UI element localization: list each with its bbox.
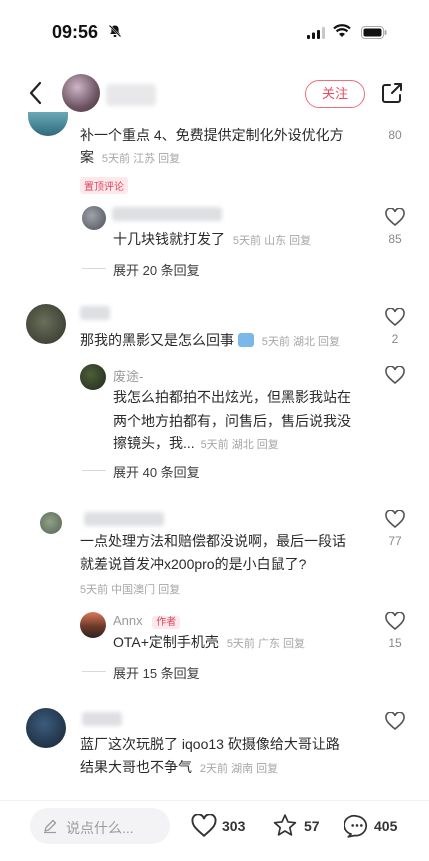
like-count[interactable]: 2 xyxy=(380,332,410,346)
author-name-blurred[interactable] xyxy=(106,84,156,106)
expand-replies-button[interactable]: 展开 20 条回复 xyxy=(113,260,200,279)
comment-text: 就差说首发冲x200pro的是小白鼠了? xyxy=(80,556,307,572)
back-icon[interactable] xyxy=(28,81,42,105)
reply-text-row: 擦镜头，我... 5天前 湖北 回复 xyxy=(113,432,279,456)
pencil-icon xyxy=(44,819,57,834)
emoji-icon xyxy=(237,333,254,347)
pinned-badge: 置顶评论 xyxy=(80,177,128,194)
comment-placeholder[interactable]: 说点什么... xyxy=(66,818,134,838)
comment-meta[interactable]: 5天前 江苏 回复 xyxy=(102,153,180,165)
heart-icon[interactable] xyxy=(385,510,405,528)
reply-meta[interactable]: 5天前 广东 回复 xyxy=(227,638,305,650)
status-time: 09:56 xyxy=(52,22,99,42)
wifi-icon xyxy=(333,24,351,37)
heart-icon[interactable] xyxy=(385,208,405,226)
comment-total[interactable]: 405 xyxy=(374,818,397,834)
reply-meta[interactable]: 5天前 湖北 回复 xyxy=(201,439,279,451)
heart-icon[interactable] xyxy=(385,712,405,730)
comment-meta[interactable]: 5天前 湖北 回复 xyxy=(262,336,340,348)
reply-text: 我怎么拍都拍不出炫光，但黑影我站在 xyxy=(113,389,351,405)
reply-text: OTA+定制手机壳 xyxy=(113,634,219,650)
comment-text-row: 结果大哥也不争气 2天前 湖南 回复 xyxy=(80,756,278,780)
follow-button[interactable]: 关注 xyxy=(305,80,365,108)
comment-username-blurred[interactable] xyxy=(80,306,110,320)
comment-username-blurred[interactable] xyxy=(82,712,122,726)
comment-text-line2: 案 5天前 江苏 回复 xyxy=(80,149,181,165)
comment-text: 那我的黑影又是怎么回事 xyxy=(80,332,234,348)
reply-text: 两个地方拍都有，问售后，售后说我没 xyxy=(113,413,351,429)
expand-replies-button[interactable]: 展开 15 条回复 xyxy=(113,663,200,682)
comment-avatar[interactable] xyxy=(28,112,68,136)
reply-text: 十几块钱就打发了 xyxy=(113,231,225,247)
heart-icon[interactable] xyxy=(385,612,405,630)
share-icon[interactable] xyxy=(381,82,403,104)
comment-text: 一点处理方法和赔偿都没说啊，最后一段话 xyxy=(80,533,346,549)
battery-icon xyxy=(361,26,387,39)
reply-meta[interactable]: 5天前 山东 回复 xyxy=(233,235,311,247)
star-total[interactable]: 57 xyxy=(304,818,320,834)
like-count[interactable]: 85 xyxy=(380,232,410,246)
comment-avatar[interactable] xyxy=(26,708,66,748)
bottom-divider xyxy=(0,800,429,801)
expand-divider xyxy=(82,671,106,672)
expand-divider xyxy=(82,470,106,471)
reply-username[interactable]: 废途- xyxy=(113,366,143,385)
comment-text: 补一个重点 4、免费提供定制化外设优化方 xyxy=(80,127,344,143)
comment-avatar[interactable] xyxy=(26,304,66,344)
expand-divider xyxy=(82,268,106,269)
reply-text-row: 十几块钱就打发了 5天前 山东 回复 xyxy=(113,229,311,251)
comment-meta[interactable]: 2天前 湖南 回复 xyxy=(200,763,278,775)
comment-meta[interactable]: 5天前 中国澳门 回复 xyxy=(80,581,180,597)
reply-username[interactable]: Annx xyxy=(113,613,143,628)
reply-text: 擦镜头，我... xyxy=(113,435,195,451)
star-icon[interactable] xyxy=(272,813,298,838)
like-total[interactable]: 303 xyxy=(222,818,245,834)
bell-slash-icon xyxy=(108,24,122,38)
author-badge: 作者 xyxy=(152,616,181,629)
reply-username-blurred[interactable] xyxy=(112,207,222,221)
heart-icon[interactable] xyxy=(191,814,217,837)
like-count[interactable]: 80 xyxy=(380,128,410,142)
comment-text-row: 那我的黑影又是怎么回事 5天前 湖北 回复 xyxy=(80,330,340,352)
reply-avatar[interactable] xyxy=(80,612,106,638)
chat-icon[interactable] xyxy=(344,813,370,839)
heart-icon[interactable] xyxy=(385,366,405,384)
signal-icon xyxy=(307,27,325,39)
comment-username-blurred[interactable] xyxy=(84,512,164,526)
heart-icon[interactable] xyxy=(385,308,405,326)
comment-avatar[interactable] xyxy=(40,512,62,534)
comment-text: 蓝厂这次玩脱了 iqoo13 砍摄像给大哥让路 xyxy=(80,736,340,752)
expand-replies-button[interactable]: 展开 40 条回复 xyxy=(113,462,200,481)
reply-avatar[interactable] xyxy=(82,206,106,230)
like-count[interactable]: 77 xyxy=(380,534,410,548)
reply-avatar[interactable] xyxy=(80,364,106,390)
comment-text: 结果大哥也不争气 xyxy=(80,759,192,775)
reply-username-row: Annx 作者 xyxy=(113,613,181,629)
like-count[interactable]: 15 xyxy=(380,636,410,650)
author-avatar[interactable] xyxy=(62,74,100,112)
reply-text-row: OTA+定制手机壳 5天前 广东 回复 xyxy=(113,632,305,654)
